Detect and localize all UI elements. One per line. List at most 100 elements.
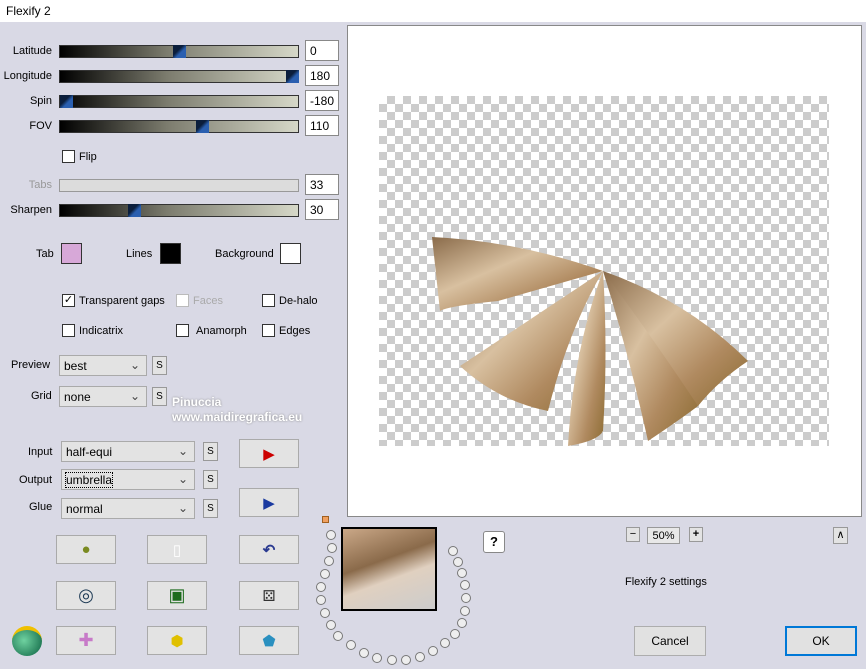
dial-step[interactable]: [333, 631, 343, 641]
pentagon-button[interactable]: ⬟: [239, 626, 299, 655]
slider-thumb[interactable]: [60, 95, 73, 108]
preview-select[interactable]: best ⌄: [59, 355, 147, 376]
torus-icon: ◎: [78, 585, 94, 605]
cd-play-icon: ▶: [263, 445, 275, 463]
input-label: Input: [28, 446, 53, 458]
thumbnail-navigator[interactable]: [341, 527, 437, 611]
dial-step[interactable]: [346, 640, 356, 650]
dial-step[interactable]: [401, 655, 411, 665]
dial-step[interactable]: [324, 556, 334, 566]
dial-step[interactable]: [428, 646, 438, 656]
sharpen-value-input[interactable]: 30: [305, 199, 339, 220]
tab-color-swatch[interactable]: [61, 243, 82, 264]
longitude-value-input[interactable]: 180: [305, 65, 339, 86]
tabs-slider[interactable]: [59, 179, 299, 192]
sharpen-slider[interactable]: [59, 204, 299, 217]
copy-icon: ▯: [172, 541, 182, 559]
indicatrix-checkbox[interactable]: [62, 324, 75, 337]
help-button[interactable]: ?: [483, 531, 505, 553]
dial-step[interactable]: [359, 648, 369, 658]
load-preset-button[interactable]: ▶: [239, 439, 299, 468]
de-halo-label: De-halo: [279, 295, 318, 307]
spin-value-input[interactable]: -180: [305, 90, 339, 111]
indicatrix-label: Indicatrix: [79, 325, 124, 337]
preview-pane[interactable]: [347, 25, 862, 517]
longitude-slider[interactable]: [59, 70, 299, 83]
undo-icon: ↶: [262, 541, 276, 559]
slider-thumb[interactable]: [286, 70, 299, 83]
background-color-swatch[interactable]: [280, 243, 301, 264]
zoom-out-button[interactable]: −: [626, 527, 640, 542]
save-preset-button[interactable]: ▶: [239, 488, 299, 517]
dial-step[interactable]: [450, 629, 460, 639]
dial-step[interactable]: [440, 638, 450, 648]
de-halo-checkbox[interactable]: [262, 294, 275, 307]
random-button[interactable]: ⚄: [239, 581, 299, 610]
edges-label: Edges: [279, 325, 311, 337]
fov-slider[interactable]: [59, 120, 299, 133]
anamorph-checkbox[interactable]: [176, 324, 189, 337]
cross-button[interactable]: ✚: [56, 626, 116, 655]
chevron-down-icon: ⌄: [177, 444, 188, 458]
pentagon-icon: ⬟: [262, 632, 276, 650]
input-select[interactable]: half-equi ⌄: [61, 441, 195, 462]
input-s-button[interactable]: S: [203, 442, 218, 461]
transparent-gaps-label: Transparent gaps: [79, 295, 165, 307]
background-color-label: Background: [215, 248, 274, 260]
slider-thumb[interactable]: [195, 120, 209, 133]
preview-s-button[interactable]: S: [152, 356, 167, 375]
slider-thumb[interactable]: [127, 204, 141, 217]
dial-step[interactable]: [316, 595, 326, 605]
spin-slider[interactable]: [59, 95, 299, 108]
glue-s-button[interactable]: S: [203, 499, 218, 518]
dial-step[interactable]: [387, 655, 397, 665]
zoom-in-button[interactable]: +: [689, 527, 703, 542]
dial-step[interactable]: [326, 530, 336, 540]
grid-select[interactable]: none ⌄: [59, 386, 147, 407]
dial-step[interactable]: [461, 593, 471, 603]
dial-step[interactable]: [448, 546, 458, 556]
latitude-slider[interactable]: [59, 45, 299, 58]
torus-button[interactable]: ◎: [56, 581, 116, 610]
output-select[interactable]: umbrella ⌄: [61, 469, 195, 490]
dial-marker[interactable]: [322, 516, 329, 523]
output-s-button[interactable]: S: [203, 470, 218, 489]
tabs-value-input[interactable]: 33: [305, 174, 339, 195]
cancel-button[interactable]: Cancel: [634, 626, 706, 656]
latitude-value-input[interactable]: 0: [305, 40, 339, 61]
dice-icon: ⚄: [262, 587, 276, 605]
brick-button[interactable]: ⬢: [147, 626, 207, 655]
faces-checkbox[interactable]: [176, 294, 189, 307]
copy-button[interactable]: ▯: [147, 535, 207, 564]
collapse-button[interactable]: ∧: [833, 527, 848, 544]
dial-step[interactable]: [457, 568, 467, 578]
dial-step[interactable]: [415, 652, 425, 662]
frame-button[interactable]: ▣: [147, 581, 207, 610]
dial-step[interactable]: [372, 653, 382, 663]
ok-button[interactable]: OK: [785, 626, 857, 656]
dial-step[interactable]: [457, 618, 467, 628]
randomize-image-button[interactable]: ●: [56, 535, 116, 564]
zoom-level: 50%: [647, 527, 680, 544]
dial-step[interactable]: [316, 582, 326, 592]
flip-checkbox[interactable]: [62, 150, 75, 163]
title-bar: Flexify 2: [0, 0, 866, 22]
dial-step[interactable]: [327, 543, 337, 553]
dial-step[interactable]: [460, 580, 470, 590]
transparent-gaps-checkbox[interactable]: ✓: [62, 294, 75, 307]
undo-button[interactable]: ↶: [239, 535, 299, 564]
flaming-pear-logo-icon: [12, 626, 42, 656]
glue-select[interactable]: normal ⌄: [61, 498, 195, 519]
dial-step[interactable]: [453, 557, 463, 567]
dial-step[interactable]: [320, 569, 330, 579]
slider-thumb[interactable]: [173, 45, 186, 58]
fov-value-input[interactable]: 110: [305, 115, 339, 136]
watermark-name: Pinuccia: [172, 395, 222, 409]
dial-step[interactable]: [320, 608, 330, 618]
dial-step[interactable]: [326, 620, 336, 630]
sharpen-label: Sharpen: [10, 204, 52, 216]
lines-color-swatch[interactable]: [160, 243, 181, 264]
edges-checkbox[interactable]: [262, 324, 275, 337]
dial-step[interactable]: [460, 606, 470, 616]
grid-s-button[interactable]: S: [152, 387, 167, 406]
